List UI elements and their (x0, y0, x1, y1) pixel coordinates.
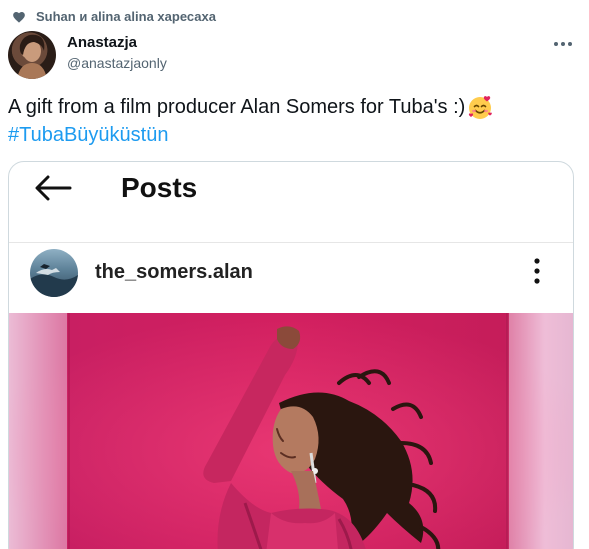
instagram-username[interactable]: the_somers.alan (95, 261, 253, 284)
tweet[interactable]: Suhan и alina alina харесаха Anastazja @… (0, 0, 589, 549)
posts-title: Posts (121, 172, 198, 203)
post-photo[interactable] (9, 313, 573, 549)
embedded-post-image[interactable]: Posts the_somers.alan (8, 161, 574, 549)
horizontal-ellipsis-icon (553, 34, 573, 52)
tweet-body: A gift from a film producer Alan Somers … (8, 96, 466, 118)
vertical-ellipsis-icon (534, 257, 540, 289)
more-options-button[interactable] (546, 32, 580, 54)
heart-icon (12, 10, 26, 24)
instagram-header: Posts (9, 162, 573, 243)
back-button[interactable] (31, 174, 75, 206)
tweet-text: A gift from a film producer Alan Somers … (8, 93, 578, 149)
social-context: Suhan и alina alina харесаха (12, 9, 216, 24)
arrow-left-icon (34, 175, 72, 206)
author-avatar[interactable] (8, 31, 56, 79)
smiling-face-with-hearts-icon (467, 94, 493, 120)
hashtag-link[interactable]: #TubaBüyüküstün (8, 121, 168, 149)
instagram-more-button[interactable] (525, 257, 549, 289)
author-name[interactable]: Anastazja (67, 34, 137, 51)
social-context-text[interactable]: Suhan и alina alina харесаха (36, 9, 216, 24)
instagram-avatar[interactable] (30, 249, 78, 297)
author-handle[interactable]: @anastazjaonly (67, 55, 167, 71)
instagram-post-header: the_somers.alan (9, 243, 573, 313)
